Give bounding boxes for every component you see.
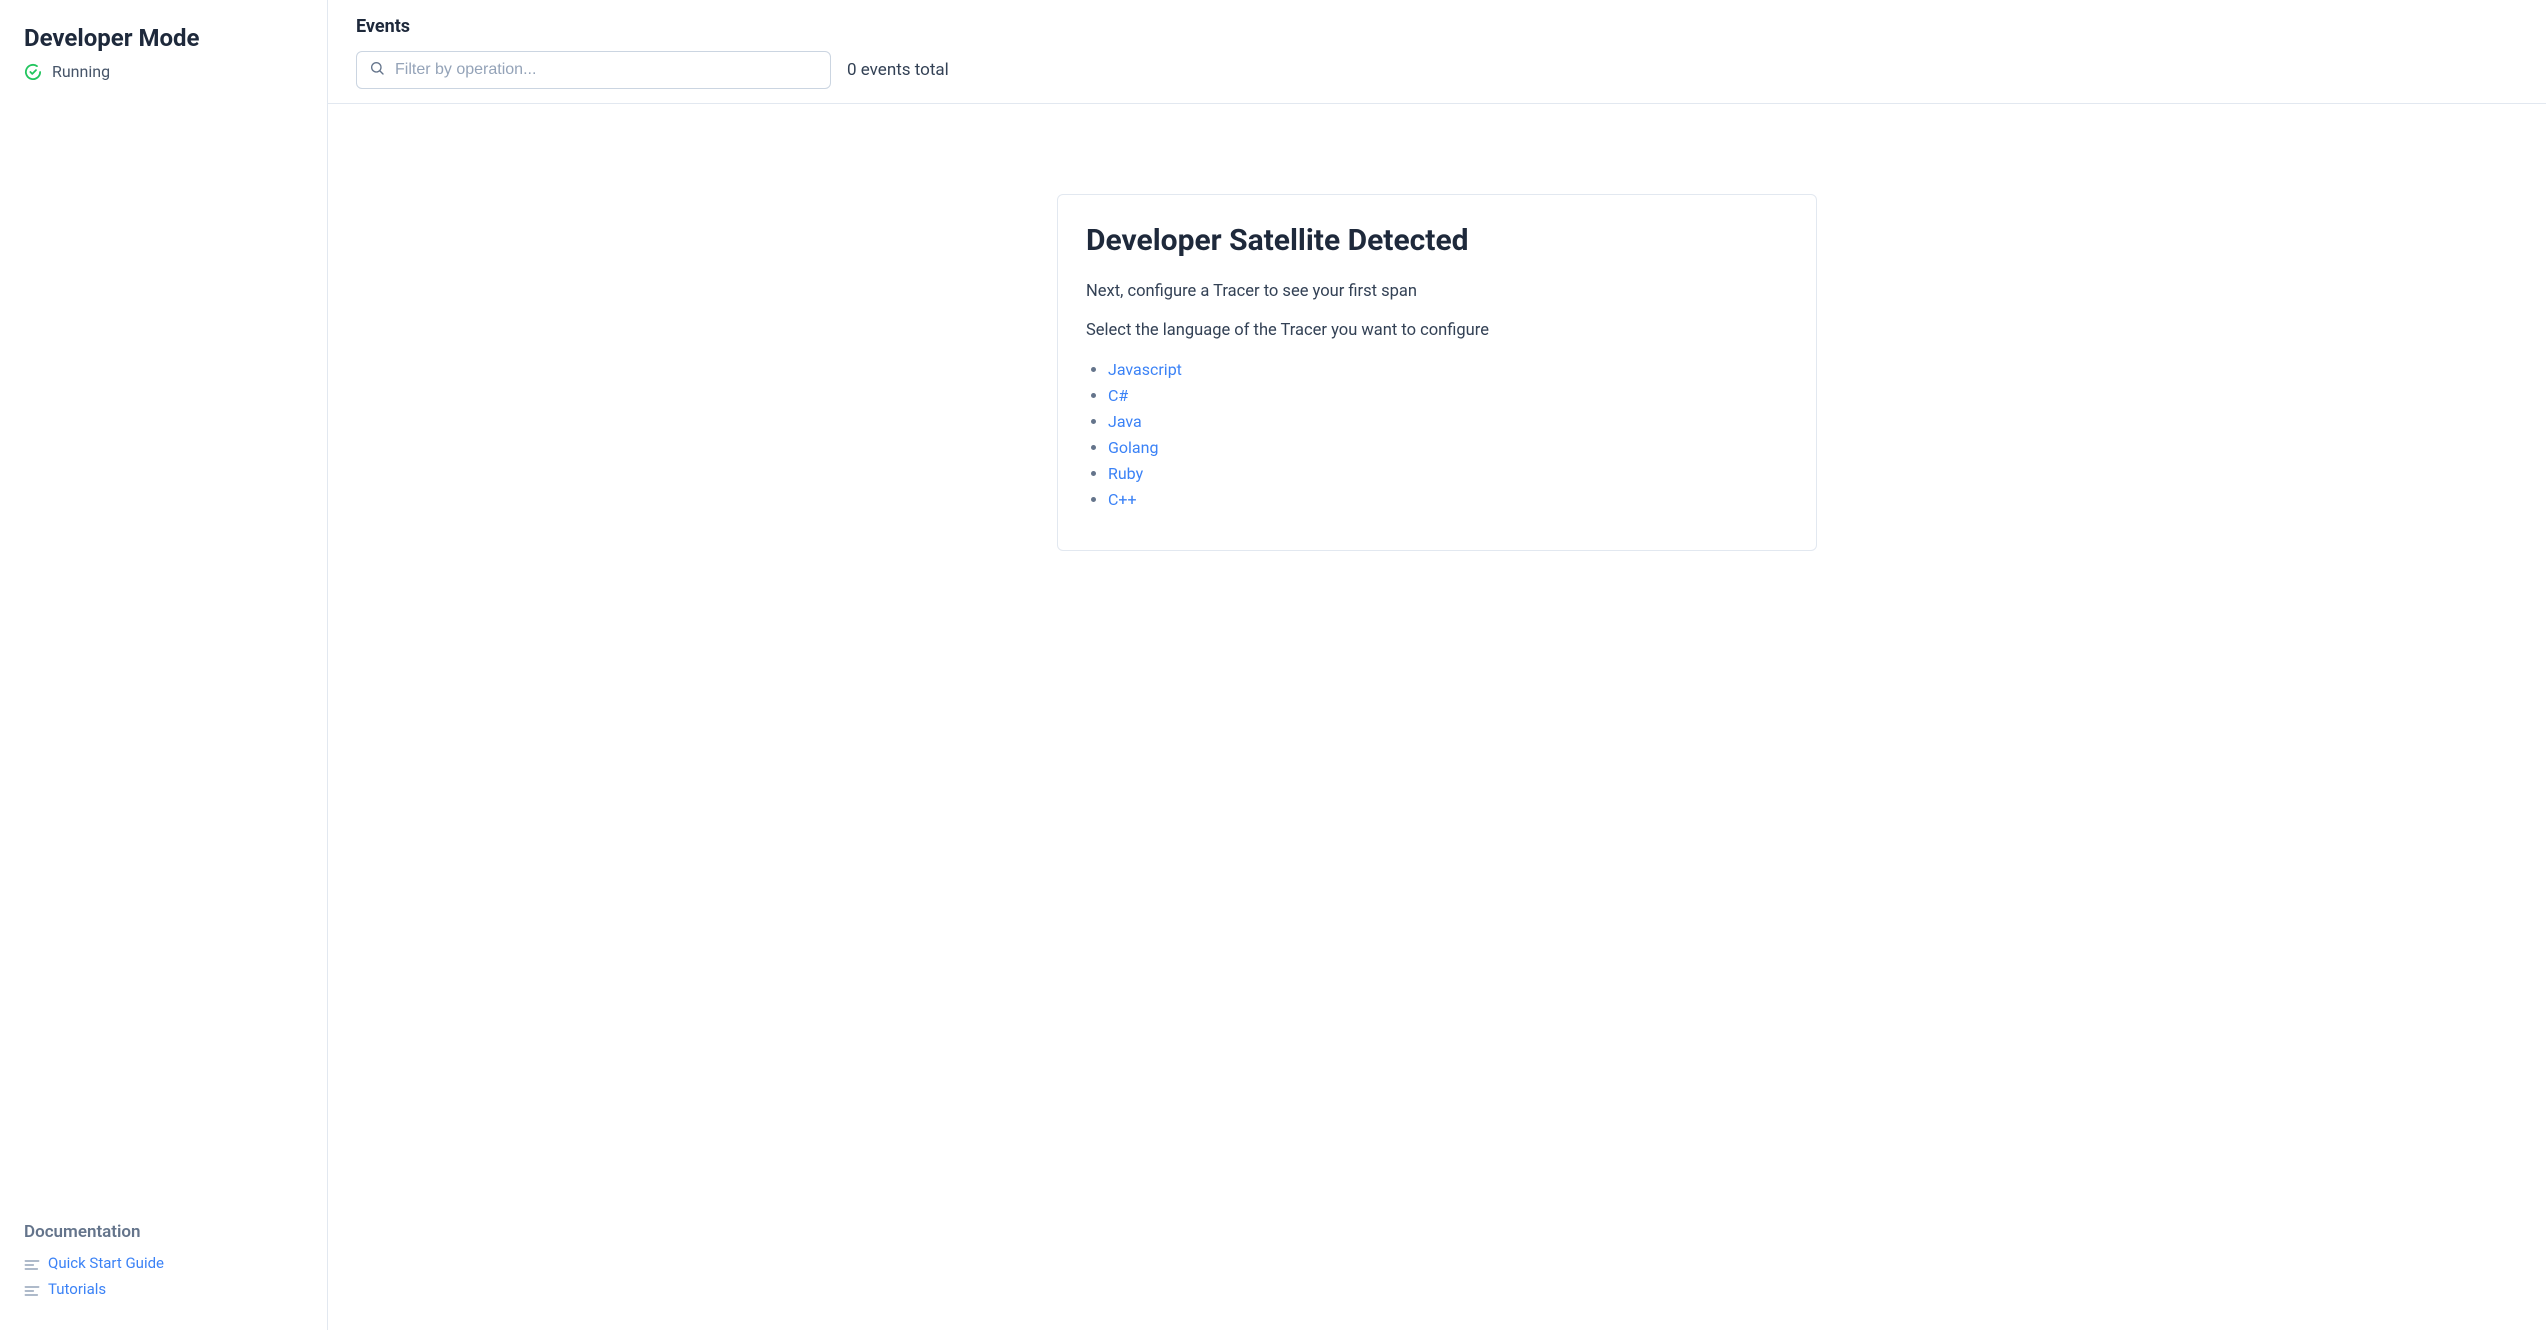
sidebar-spacer <box>24 81 303 1222</box>
list-item: Golang <box>1108 436 1788 460</box>
list-item: C++ <box>1108 488 1788 512</box>
list-item: Javascript <box>1108 358 1788 382</box>
filter-row: 0 events total <box>356 51 2518 89</box>
satellite-detected-card: Developer Satellite Detected Next, confi… <box>1057 194 1817 551</box>
list-item: Java <box>1108 410 1788 434</box>
doc-link-row: Tutorials <box>24 1280 303 1298</box>
doc-lines-icon <box>24 1282 40 1296</box>
documentation-heading: Documentation <box>24 1222 303 1242</box>
lang-link-golang[interactable]: Golang <box>1108 438 1158 457</box>
search-icon <box>369 60 395 80</box>
card-title: Developer Satellite Detected <box>1086 223 1788 258</box>
list-item: C# <box>1108 384 1788 408</box>
status-label: Running <box>52 62 110 81</box>
card-line1: Next, configure a Tracer to see your fir… <box>1086 280 1788 305</box>
sidebar-footer: Documentation Quick Start Guide Tutorial… <box>24 1222 303 1306</box>
lang-link-java[interactable]: Java <box>1108 412 1142 431</box>
main: Events 0 events total Developer Satellit… <box>328 0 2546 1330</box>
doc-lines-icon <box>24 1256 40 1270</box>
lang-link-javascript[interactable]: Javascript <box>1108 360 1182 379</box>
status-row: Running <box>24 62 303 81</box>
top-bar: Events 0 events total <box>328 0 2546 104</box>
language-list: Javascript C# Java Golang Ruby C++ <box>1086 358 1788 512</box>
sidebar-title: Developer Mode <box>24 24 303 52</box>
events-count: 0 events total <box>847 60 949 80</box>
lang-link-csharp[interactable]: C# <box>1108 386 1128 405</box>
card-line2: Select the language of the Tracer you wa… <box>1086 319 1788 344</box>
doc-link-row: Quick Start Guide <box>24 1254 303 1272</box>
list-item: Ruby <box>1108 462 1788 486</box>
filter-input[interactable] <box>395 61 818 79</box>
doc-link-quick-start[interactable]: Quick Start Guide <box>48 1254 164 1272</box>
doc-link-tutorials[interactable]: Tutorials <box>48 1280 106 1298</box>
sidebar: Developer Mode Running Documentation Qui… <box>0 0 328 1330</box>
filter-input-wrapper[interactable] <box>356 51 831 89</box>
lang-link-cpp[interactable]: C++ <box>1108 490 1137 509</box>
content-area: Developer Satellite Detected Next, confi… <box>328 104 2546 1330</box>
events-heading: Events <box>356 16 2518 37</box>
lang-link-ruby[interactable]: Ruby <box>1108 464 1143 483</box>
sidebar-header: Developer Mode Running <box>24 24 303 81</box>
status-running-icon <box>24 63 42 81</box>
